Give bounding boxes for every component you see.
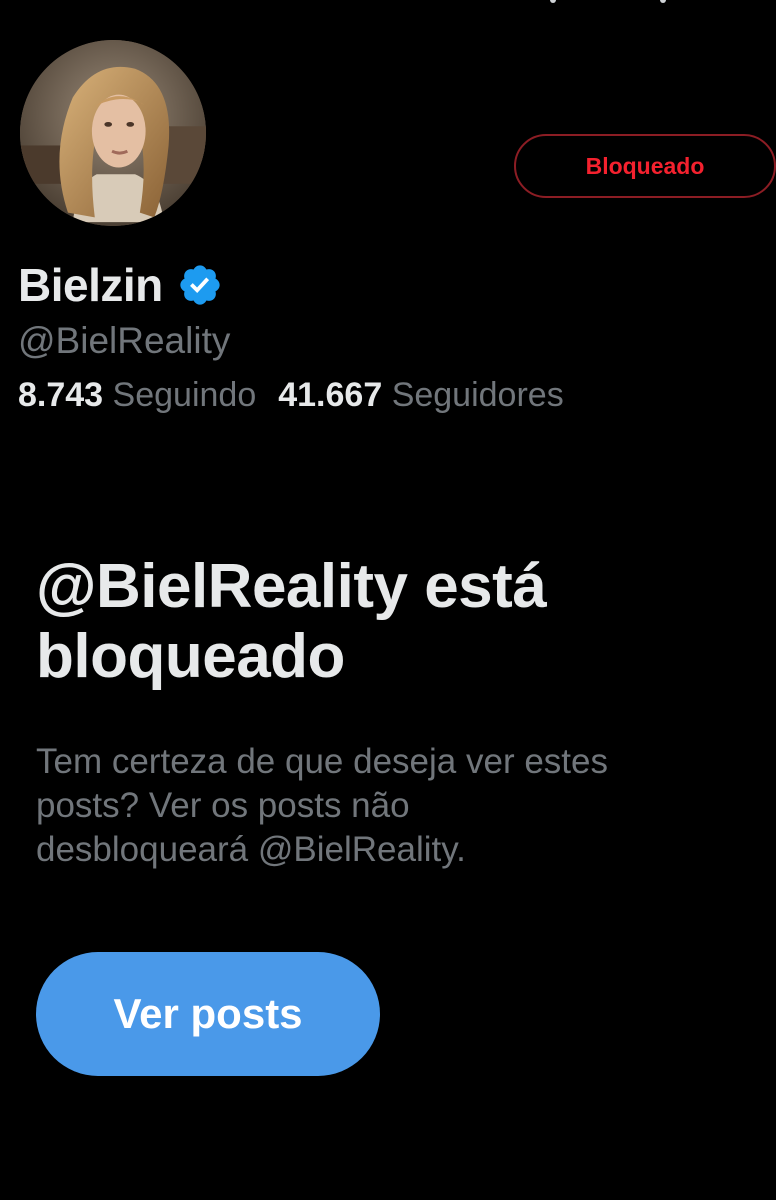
blocked-notice-title: @BielReality está bloqueado: [36, 552, 736, 692]
view-posts-button[interactable]: Ver posts: [36, 952, 380, 1076]
blocked-button[interactable]: Bloqueado: [514, 134, 776, 198]
blocked-desc-line-1: Tem certeza de que deseja ver estes: [36, 742, 608, 781]
followers-count: 41.667: [278, 376, 383, 414]
avatar[interactable]: [16, 36, 210, 230]
blocked-notice-description: Tem certeza de que deseja ver estes post…: [36, 740, 756, 872]
verified-badge-icon[interactable]: [177, 262, 223, 308]
profile-handle: @BielReality: [18, 320, 231, 361]
blocked-desc-line-2: posts? Ver os posts não: [36, 786, 410, 825]
following-label: Seguindo: [112, 376, 257, 414]
blocked-title-line-1: @BielReality está: [36, 552, 547, 621]
following-count: 8.743: [18, 376, 104, 414]
display-name: Bielzin: [18, 259, 163, 311]
followers-label: Seguidores: [391, 376, 564, 414]
following-stat[interactable]: 8.743 Seguindo: [18, 376, 256, 415]
blocked-title-line-2: bloqueado: [36, 622, 345, 691]
follow-stats: 8.743 Seguindo 41.667 Seguidores: [18, 376, 564, 415]
avatar-photo: [20, 40, 206, 226]
blocked-desc-line-3: desbloqueará @BielReality.: [36, 830, 466, 869]
display-name-row: Bielzin: [18, 254, 223, 316]
followers-stat[interactable]: 41.667 Seguidores: [278, 376, 563, 415]
top-cropped-artifact: [520, 0, 680, 8]
